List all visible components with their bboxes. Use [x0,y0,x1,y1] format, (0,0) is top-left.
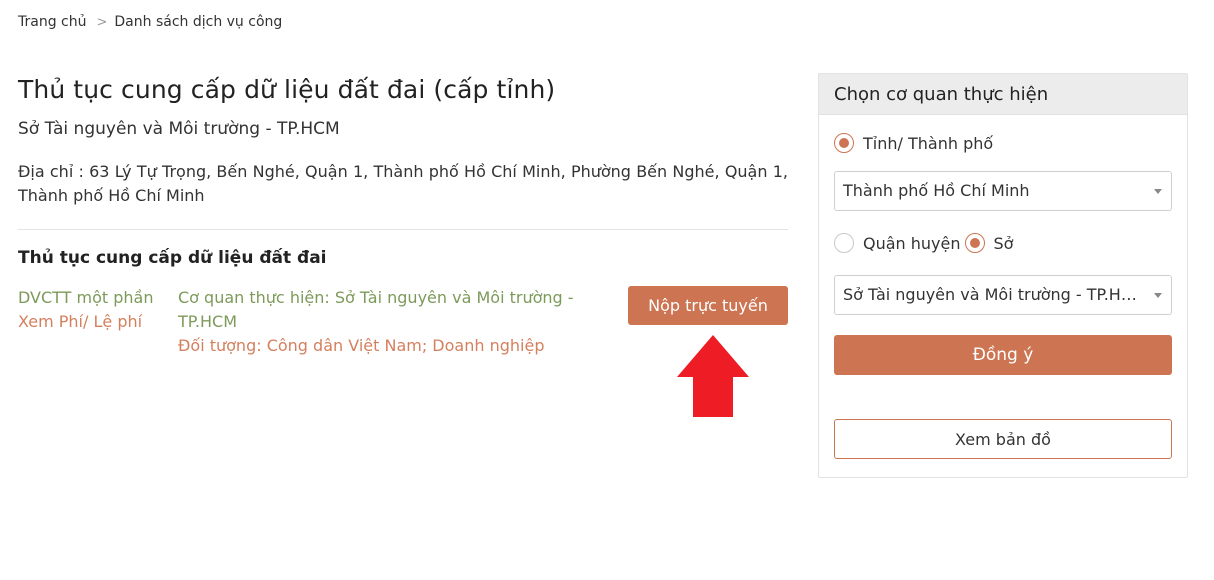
agency-address: Địa chỉ : 63 Lý Tự Trọng, Bến Nghé, Quận… [18,162,788,205]
province-radio-label[interactable]: Tỉnh/ Thành phố [863,134,993,153]
chevron-down-icon [1154,293,1162,298]
red-arrow-up-icon [677,335,749,417]
department-select-value: Sở Tài nguyên và Môi trường - TP.HCM [843,285,1146,304]
procedure-type-label: DVCTT một phần [18,288,154,307]
breadcrumb-current-link[interactable]: Danh sách dịch vụ công [114,14,282,30]
province-radio[interactable] [834,133,854,153]
chevron-down-icon [1154,189,1162,194]
submit-online-button[interactable]: Nộp trực tuyến [628,286,788,325]
scope-radio-row: Quận huyện Sở [834,231,1172,255]
breadcrumb-separator: > [96,14,108,30]
procedure-meta: DVCTT một phần Xem Phí/ Lệ phí [18,286,168,334]
procedure-row: DVCTT một phần Xem Phí/ Lệ phí Cơ quan t… [18,286,788,376]
procedure-agency: Cơ quan thực hiện: Sở Tài nguyên và Môi … [178,288,574,331]
department-radio-label[interactable]: Sở [994,234,1014,253]
district-radio[interactable] [834,233,854,253]
view-fee-link[interactable]: Xem Phí/ Lệ phí [18,310,168,334]
panel-body: Tỉnh/ Thành phố Thành phố Hồ Chí Minh Qu… [819,131,1187,459]
view-map-button[interactable]: Xem bản đồ [834,419,1172,459]
district-radio-label[interactable]: Quận huyện [863,234,961,253]
province-radio-row: Tỉnh/ Thành phố [834,131,1172,155]
divider [18,229,788,230]
department-select[interactable]: Sở Tài nguyên và Môi trường - TP.HCM [834,275,1172,315]
procedure-target: Đối tượng: Công dân Việt Nam; Doanh nghi… [178,336,545,355]
procedure-detail: Thủ tục cung cấp dữ liệu đất đai (cấp tỉ… [18,70,788,376]
province-select[interactable]: Thành phố Hồ Chí Minh [834,171,1172,211]
agree-button[interactable]: Đồng ý [834,335,1172,375]
breadcrumb-home-link[interactable]: Trang chủ [18,14,86,30]
panel-header: Chọn cơ quan thực hiện [819,74,1187,115]
page-title: Thủ tục cung cấp dữ liệu đất đai (cấp tỉ… [18,75,556,104]
province-select-value: Thành phố Hồ Chí Minh [843,181,1030,200]
breadcrumb: Trang chủ > Danh sách dịch vụ công [18,12,282,32]
agency-name: Sở Tài nguyên và Môi trường - TP.HCM [18,119,340,139]
section-title: Thủ tục cung cấp dữ liệu đất đai [18,248,327,268]
department-radio[interactable] [964,233,985,253]
agency-selector-panel: Chọn cơ quan thực hiện Tỉnh/ Thành phố T… [818,73,1188,478]
procedure-info: Cơ quan thực hiện: Sở Tài nguyên và Môi … [178,286,598,358]
